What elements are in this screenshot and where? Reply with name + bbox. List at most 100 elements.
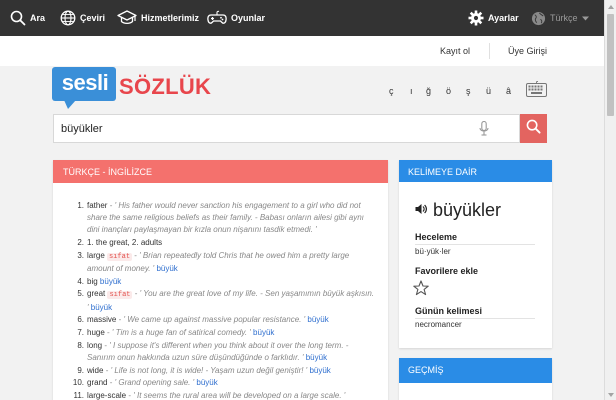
- favorites-title: Favorilere ekle: [415, 266, 479, 276]
- char-button[interactable]: ü: [486, 86, 491, 96]
- microphone-icon[interactable]: [479, 120, 489, 142]
- globe-icon: [531, 11, 546, 26]
- scroll-down-arrow-icon[interactable]: [605, 388, 616, 400]
- logo-sozluk-text: SÖZLÜK: [119, 74, 212, 99]
- source-word-link[interactable]: büyük: [307, 315, 328, 324]
- search-box: [53, 114, 520, 143]
- definition-number: 2.: [77, 238, 84, 248]
- definition-number: 3.: [77, 250, 84, 260]
- definition-item: 1. father - ' His father would never san…: [53, 200, 388, 237]
- definition-example: ' Grand opening sale. ': [114, 378, 195, 388]
- source-word-link[interactable]: büyük: [309, 366, 330, 375]
- definition-example: ' Tim is a huge fan of satirical comedy.…: [111, 328, 251, 338]
- services-nav-item[interactable]: Hizmetlerimiz: [117, 0, 199, 36]
- source-word-link[interactable]: büyük: [253, 328, 274, 337]
- definition-word[interactable]: big: [87, 277, 98, 286]
- top-navigation-bar: Ara Çeviri Hizmetlerimiz Oyunlar Ayarlar…: [0, 0, 604, 36]
- char-button[interactable]: ç: [389, 86, 394, 96]
- definition-word[interactable]: large-scale: [87, 391, 126, 400]
- word-info-title: KELİMEYE DAİR: [399, 160, 552, 182]
- definition-list: 1. father - ' His father would never san…: [53, 200, 388, 400]
- settings-nav-label: Ayarlar: [488, 13, 519, 23]
- part-of-speech-badge: sıfat: [107, 252, 133, 261]
- char-button[interactable]: ö: [446, 86, 451, 96]
- translate-nav-item[interactable]: Çeviri: [60, 0, 105, 36]
- definition-word[interactable]: 1. the great, 2. adults: [87, 238, 162, 247]
- definition-word[interactable]: father: [87, 201, 107, 210]
- site-logo[interactable]: sesli SÖZLÜK: [52, 66, 212, 114]
- speaker-icon[interactable]: [415, 202, 427, 220]
- search-nav-item[interactable]: Ara: [10, 0, 45, 36]
- scroll-up-arrow-icon[interactable]: [605, 0, 616, 12]
- definition-word[interactable]: wide: [87, 366, 103, 375]
- star-icon[interactable]: [413, 280, 429, 301]
- definition-item: 5. great sıfat - ' You are the great lov…: [53, 288, 388, 313]
- char-button[interactable]: ş: [466, 86, 471, 96]
- definition-word[interactable]: huge: [87, 328, 105, 337]
- caret-down-icon: [581, 16, 589, 21]
- headword: büyükler: [433, 200, 502, 220]
- services-nav-label: Hizmetlerimiz: [141, 13, 200, 23]
- definition-word[interactable]: massive: [87, 315, 116, 324]
- search-button[interactable]: [520, 114, 547, 143]
- definition-word[interactable]: large: [87, 251, 105, 260]
- source-word-link[interactable]: büyük: [156, 264, 177, 273]
- word-info-card: KELİMEYE DAİR büyükler Heceleme bü·yük·l…: [399, 160, 552, 348]
- definition-item: 7. huge - ' Tim is a huge fan of satiric…: [53, 327, 388, 339]
- part-of-speech-badge: sıfat: [107, 291, 133, 300]
- definition-item: 10. grand - ' Grand opening sale. ' büyü…: [53, 377, 388, 389]
- login-link[interactable]: Üye Girişi: [508, 46, 547, 56]
- history-card: GEÇMİŞ: [399, 358, 552, 400]
- char-button[interactable]: ğ: [426, 86, 431, 96]
- search-icon: [526, 119, 541, 139]
- globe-icon: [60, 10, 76, 26]
- spelling-title: Heceleme: [415, 232, 458, 242]
- auth-bar: Kayıt ol Üye Girişi: [0, 36, 604, 66]
- char-button[interactable]: ı: [410, 86, 413, 96]
- definition-word[interactable]: long: [87, 341, 102, 350]
- definition-number: 6.: [77, 315, 84, 325]
- source-word-link[interactable]: büyük: [196, 378, 217, 387]
- gamepad-icon: [207, 10, 227, 26]
- search-nav-label: Ara: [30, 13, 46, 23]
- definition-item: 11. large-scale - ' It seems the rural a…: [53, 390, 388, 400]
- gear-icon: [468, 10, 484, 26]
- search-input[interactable]: [54, 115, 414, 142]
- spelling-value: bü·yük·ler: [415, 247, 451, 256]
- settings-nav-item[interactable]: Ayarlar: [468, 0, 519, 36]
- source-word-link[interactable]: büyük: [91, 303, 112, 312]
- games-nav-item[interactable]: Oyunlar: [207, 0, 265, 36]
- definition-example: ' His father would never sanction his en…: [87, 201, 364, 235]
- definition-item: 4. big büyük: [53, 276, 388, 288]
- word-of-day-value[interactable]: necromancer: [415, 320, 462, 329]
- auth-divider: [489, 43, 490, 59]
- logo-bubble-tail: [64, 100, 76, 109]
- definition-item: 6. massive - ' We came up against massiv…: [53, 314, 388, 326]
- scrollbar-thumb[interactable]: [607, 14, 614, 116]
- word-of-day-title: Günün kelimesi: [415, 306, 483, 316]
- keyboard-icon[interactable]: [526, 80, 547, 102]
- source-word-link[interactable]: büyük: [306, 353, 327, 362]
- definition-number: 7.: [77, 328, 84, 338]
- definition-number: 5.: [77, 289, 84, 299]
- source-word-link[interactable]: büyük: [100, 277, 121, 286]
- definition-word[interactable]: grand: [87, 378, 107, 387]
- definition-item: 9. wide - ' Life is not long, it is wide…: [53, 365, 388, 377]
- page-scrollbar[interactable]: [604, 0, 616, 400]
- logo-sesli-text: sesli: [61, 70, 109, 95]
- translate-nav-label: Çeviri: [80, 13, 106, 23]
- char-button[interactable]: â: [506, 86, 511, 96]
- register-link[interactable]: Kayıt ol: [440, 46, 470, 56]
- definition-example: ' We came up against massive popular res…: [123, 315, 306, 325]
- divider: [415, 318, 535, 319]
- translation-card: TÜRKÇE - İNGİLİZCE 1. father - ' His fat…: [53, 160, 388, 400]
- search-icon: [10, 10, 26, 26]
- definition-example: ' It seems the rural area will be develo…: [133, 391, 346, 400]
- language-selector[interactable]: Türkçe: [531, 0, 589, 36]
- definition-item: 3. large sıfat - ' Brian repeatedly told…: [53, 250, 388, 275]
- definition-item: 8. long - ' I suppose it's different whe…: [53, 340, 388, 364]
- definition-item: 2. 1. the great, 2. adults: [53, 237, 388, 249]
- definition-word[interactable]: great: [87, 289, 105, 298]
- definition-number: 8.: [77, 340, 84, 350]
- definition-number: 11.: [73, 391, 84, 400]
